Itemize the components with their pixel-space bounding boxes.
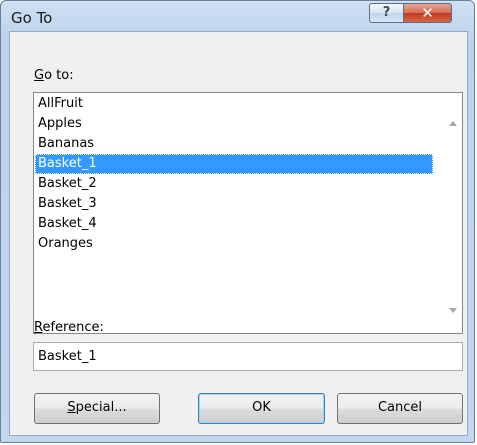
list-item[interactable]: Basket_4: [35, 214, 433, 234]
scroll-down-icon[interactable]: [449, 308, 457, 313]
cancel-button[interactable]: Cancel: [337, 393, 463, 424]
reference-input[interactable]: [33, 342, 463, 371]
title-bar[interactable]: Go To ? ✕: [1, 1, 474, 33]
list-item[interactable]: Apples: [35, 114, 433, 134]
close-icon: ✕: [421, 4, 434, 22]
special-button[interactable]: Special...: [34, 393, 160, 424]
vertical-scrollbar[interactable]: [445, 93, 462, 333]
goto-listbox[interactable]: AllFruit Apples Bananas Basket_1 Basket_2 Bas…: [33, 92, 463, 334]
list-item[interactable]: Basket_1: [35, 154, 433, 174]
list-item[interactable]: Oranges: [35, 234, 433, 254]
help-button[interactable]: ?: [369, 3, 404, 23]
reference-label: Reference:: [34, 320, 104, 335]
ok-button[interactable]: OK: [198, 393, 325, 424]
goto-label: Go to:: [34, 68, 74, 83]
list-item[interactable]: Basket_2: [35, 174, 433, 194]
list-item[interactable]: Basket_3: [35, 194, 433, 214]
list-item[interactable]: AllFruit: [35, 94, 433, 114]
scroll-up-icon[interactable]: [449, 121, 457, 126]
list-item[interactable]: Bananas: [35, 134, 433, 154]
dialog-title: Go To: [11, 9, 53, 27]
help-icon: ?: [382, 5, 391, 20]
close-button[interactable]: ✕: [403, 3, 452, 23]
